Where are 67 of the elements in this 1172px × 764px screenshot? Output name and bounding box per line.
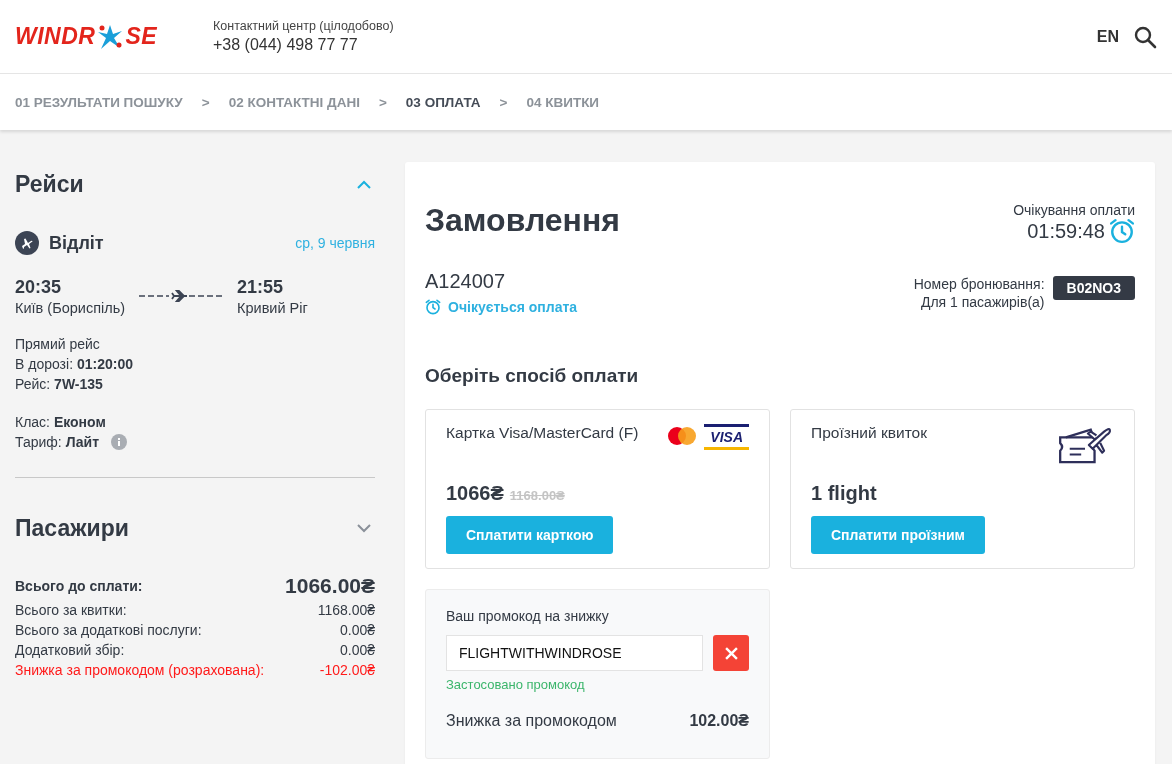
flight-date: ср, 9 червня xyxy=(295,235,375,251)
plane-icon xyxy=(15,231,39,255)
old-price: 1168.00₴ xyxy=(509,488,565,503)
price: 1 flight xyxy=(811,482,877,505)
summary-value: 1168.00₴ xyxy=(317,601,375,620)
step-separator: > xyxy=(378,94,387,110)
summary-value: 0.00₴ xyxy=(339,641,375,660)
summary-value: -102.00₴ xyxy=(319,661,375,680)
price: 1066₴ xyxy=(446,482,504,505)
info-icon[interactable] xyxy=(111,434,128,450)
direction-label: Відліт xyxy=(49,232,104,254)
discount-value: 102.00₴ xyxy=(689,712,749,730)
passenger-count: Для 1 пасажирів(а) xyxy=(920,292,1045,311)
language-link[interactable]: EN xyxy=(1096,27,1119,46)
step-tab[interactable]: 04 КВИТКИ xyxy=(526,94,600,110)
order-title: Замовлення xyxy=(425,202,620,240)
close-icon xyxy=(724,646,738,660)
payment-title: Оберіть спосіб оплати xyxy=(425,365,640,387)
booking-label: Номер бронювання: xyxy=(913,274,1045,293)
summary-label: Додатковий збір: xyxy=(15,641,125,660)
contact-label: Контактний центр (цілодобово) xyxy=(213,19,394,33)
arrival-time: 21:55 xyxy=(237,277,285,298)
arrival-city: Кривий Ріг xyxy=(237,300,308,316)
pay-button[interactable]: Сплатити карткою xyxy=(446,516,614,554)
alarm-clock-icon xyxy=(425,299,441,315)
flight-detail: Прямий рейс xyxy=(15,335,101,354)
departure-city: Київ (Бориспіль) xyxy=(15,300,126,316)
logo-text: SE xyxy=(125,23,158,50)
timer-label: Очікування оплати xyxy=(1013,202,1135,218)
departure-time: 20:35 xyxy=(15,277,63,298)
chevron-icon[interactable] xyxy=(357,179,371,189)
phone-number: +38 (044) 498 77 77 xyxy=(213,36,359,54)
payment-method-name: Картка Visa/MasterCard (F) xyxy=(446,424,639,442)
order-status: Очікується оплата xyxy=(448,299,578,315)
fare-detail: Тариф: Лайт xyxy=(15,433,100,452)
countdown-timer: 01:59:48 xyxy=(1027,219,1105,243)
promo-code-field[interactable]: FLIGHTWITHWINDROSE xyxy=(446,635,703,671)
pay-button[interactable]: Сплатити проїзним xyxy=(811,516,985,554)
clear-button[interactable] xyxy=(713,635,749,671)
summary-value: 1066.00₴ xyxy=(285,576,375,596)
summary-label: Всього за додаткові послуги: xyxy=(15,621,202,640)
card-circles-icon xyxy=(666,426,699,448)
summary-value: 0.00₴ xyxy=(339,621,375,640)
visa-logo: VISA xyxy=(704,424,749,450)
chevron-icon[interactable] xyxy=(357,523,371,533)
discount-label: Знижка за промокодом xyxy=(446,712,617,730)
promo-status: Застосовано промокод xyxy=(446,677,586,692)
flight-detail: Рейс: 7W-135 xyxy=(15,375,104,394)
summary-label: Знижка за промокодом (розрахована): xyxy=(15,661,265,680)
logo-text: WINDR xyxy=(15,23,96,50)
promo-label: Ваш промокод на знижку xyxy=(446,608,610,624)
summary-label: Всього за квитки: xyxy=(15,601,127,620)
payment-method-name: Проїзний квиток xyxy=(811,424,927,442)
order-number: A124007 xyxy=(425,270,507,293)
section-title: Пасажири xyxy=(15,514,129,542)
step-tab[interactable]: 01 РЕЗУЛЬТАТИ ПОШУКУ xyxy=(15,94,183,110)
step-separator: > xyxy=(499,94,508,110)
alarm-clock-icon xyxy=(1109,218,1135,244)
step-tab[interactable]: 02 КОНТАКТНІ ДАНІ xyxy=(228,94,360,110)
section-title: Рейси xyxy=(15,170,84,198)
step-tab[interactable]: 03 ОПЛАТА xyxy=(405,94,481,110)
flight-detail: В дорозі: 01:20:00 xyxy=(15,355,134,374)
step-separator: > xyxy=(201,94,210,110)
fare-detail: Клас: Економ xyxy=(15,413,106,432)
booking-code: B02NO3 xyxy=(1052,275,1135,300)
search-icon[interactable] xyxy=(1133,24,1157,49)
summary-label: Всього до сплати: xyxy=(15,577,143,596)
